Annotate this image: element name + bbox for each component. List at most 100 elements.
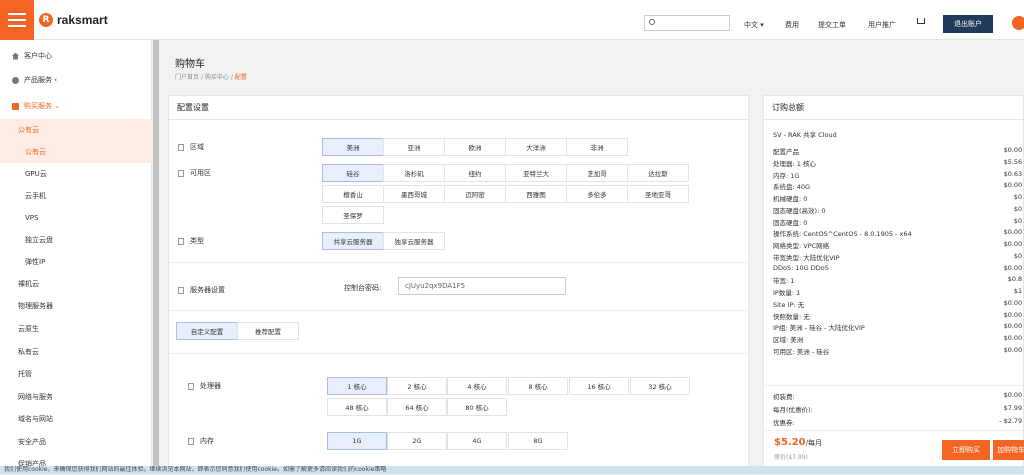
memory-label: 内存 — [188, 436, 214, 446]
region-icon — [178, 143, 184, 151]
sidebar-subitem-gpu-cloud[interactable]: GPU云 — [0, 163, 152, 185]
logout-button[interactable]: 退出账户 — [943, 15, 993, 33]
cpu-option-2[interactable]: 2 核心 — [387, 377, 447, 395]
cpu-option-16[interactable]: 16 核心 — [569, 377, 629, 395]
sidebar-item-security[interactable]: 安全产品 — [0, 431, 152, 453]
memory-option-2g[interactable]: 2G — [387, 432, 447, 450]
sidebar-scrollbar[interactable] — [152, 40, 160, 474]
divider — [764, 385, 1024, 386]
divider — [169, 262, 748, 263]
zone-option-new-york[interactable]: 纽约 — [444, 164, 506, 182]
region-option-africa[interactable]: 非洲 — [566, 138, 628, 156]
logo-mark-icon: R — [39, 13, 53, 27]
region-option-americas[interactable]: 美洲 — [322, 138, 384, 156]
sidebar: 客户中心 产品服务 ‹ 购买服务 ⌄ 公有云 公有云 GPU云 云手机 VPS … — [0, 40, 152, 474]
sidebar-item-network[interactable]: 网络与服务 — [0, 386, 152, 408]
server-settings-label: 服务器设置 — [178, 285, 225, 295]
memory-option-8g[interactable]: 8G — [508, 432, 568, 450]
sidebar-item-physical-server[interactable]: 物理服务器 — [0, 295, 152, 317]
zone-option-toronto[interactable]: 多伦多 — [566, 185, 628, 203]
summary-line: 可用区: 美洲 - 硅谷$0.00 U — [773, 345, 1024, 356]
sidebar-item-private-cloud[interactable]: 私有云 — [0, 341, 152, 363]
summary-heading: 订购总额 — [764, 96, 1023, 120]
zone-option-sao-paulo[interactable]: 圣保罗 — [322, 206, 384, 224]
sidebar-subitem-public-cloud[interactable]: 公有云 — [0, 141, 152, 163]
search-icon — [649, 19, 655, 25]
top-bar: R raksmart 中文 ▾ 费用 提交工单 用户推广 退出账户 — [0, 0, 1024, 40]
sidebar-item-domain[interactable]: 域名与网站 — [0, 408, 152, 430]
region-option-europe[interactable]: 欧洲 — [444, 138, 506, 156]
user-avatar-icon[interactable] — [1012, 16, 1024, 30]
tab-custom-config[interactable]: 自定义配置 — [176, 322, 238, 340]
zone-icon — [178, 169, 184, 177]
region-option-oceania[interactable]: 大洋洲 — [505, 138, 567, 156]
summary-line: 带宽: 1$0.8 U — [773, 275, 1024, 286]
search-input[interactable] — [644, 15, 730, 31]
sidebar-subitem-cloud-phone[interactable]: 云手机 — [0, 185, 152, 207]
zone-label: 可用区 — [178, 168, 211, 178]
zone-option-silicon-valley[interactable]: 硅谷 — [322, 164, 384, 182]
sidebar-item-public-cloud[interactable]: 公有云 — [0, 119, 152, 141]
memory-option-4g[interactable]: 4G — [447, 432, 507, 450]
brand-logo[interactable]: R raksmart — [39, 13, 108, 27]
cpu-label: 处理器 — [188, 381, 221, 391]
zone-option-san-diego[interactable]: 圣地亚哥 — [627, 185, 689, 203]
summary-coupon: 优惠券:- $2.79 U — [773, 417, 1024, 427]
zone-option-miami[interactable]: 迈阿密 — [444, 185, 506, 203]
cpu-option-80[interactable]: 80 核心 — [447, 398, 507, 416]
sidebar-item-product-services[interactable]: 产品服务 ‹ — [0, 69, 152, 91]
cpu-option-1[interactable]: 1 核心 — [327, 377, 387, 395]
home-icon — [12, 52, 19, 60]
zone-option-dallas[interactable]: 达拉斯 — [627, 164, 689, 182]
nav-billing[interactable]: 费用 — [785, 20, 799, 30]
summary-product: SV - RAK 共享 Cloud — [773, 131, 837, 139]
buy-now-button[interactable]: 立即购买 — [942, 440, 990, 460]
cpu-option-8[interactable]: 8 核心 — [508, 377, 568, 395]
cpu-option-48[interactable]: 48 核心 — [327, 398, 387, 416]
sidebar-item-customer-center[interactable]: 客户中心 — [0, 45, 152, 67]
sidebar-subitem-cloud-disk[interactable]: 独立云盘 — [0, 229, 152, 251]
zone-option-mexico-city[interactable]: 墨西哥城 — [383, 185, 445, 203]
region-option-asia[interactable]: 亚洲 — [383, 138, 445, 156]
nav-submit-ticket[interactable]: 提交工单 — [818, 20, 846, 30]
language-selector[interactable]: 中文 ▾ — [744, 20, 764, 30]
sidebar-subitem-vps[interactable]: VPS — [0, 207, 152, 229]
add-to-cart-button[interactable]: 加购物车 — [993, 440, 1024, 460]
zone-option-chicago[interactable]: 芝加哥 — [566, 164, 628, 182]
zone-option-los-angeles[interactable]: 洛杉矶 — [383, 164, 445, 182]
summary-line: 网络类型: VPC网络$0.00 U — [773, 240, 1024, 250]
config-heading: 配置设置 — [169, 96, 748, 120]
sidebar-item-bare-metal[interactable]: 裸机云 — [0, 273, 152, 295]
cart-icon[interactable] — [917, 18, 925, 24]
summary-line: 系统盘: 40G$0.00 U — [773, 181, 1024, 192]
console-password-input[interactable]: cJUyu2qx9DA1F5 — [398, 277, 566, 295]
memory-option-1g[interactable]: 1G — [327, 432, 387, 450]
type-option-shared[interactable]: 共享云服务器 — [322, 232, 384, 250]
summary-line: 固态硬盘(高效): 0$0 U — [773, 204, 1024, 215]
cpu-option-4[interactable]: 4 核心 — [447, 377, 507, 395]
zone-option-seattle[interactable]: 西雅图 — [505, 185, 567, 203]
type-option-dedicated[interactable]: 独享云服务器 — [383, 232, 445, 250]
nav-referral[interactable]: 用户推广 — [868, 20, 896, 30]
region-label: 区域 — [178, 142, 204, 152]
sidebar-subitem-elastic-ip[interactable]: 弹性IP — [0, 251, 152, 273]
cpu-option-64[interactable]: 64 核心 — [387, 398, 447, 416]
zone-option-honolulu[interactable]: 檀香山 — [322, 185, 384, 203]
sidebar-item-cloud-native[interactable]: 云原生 — [0, 318, 152, 340]
divider — [169, 353, 748, 354]
scrollbar-thumb[interactable] — [153, 40, 159, 474]
zone-option-atlanta[interactable]: 亚特兰大 — [505, 164, 567, 182]
menu-toggle-button[interactable] — [0, 0, 34, 40]
tab-recommended-config[interactable]: 推荐配置 — [237, 322, 299, 340]
total-price: $5.20/每月 — [774, 437, 822, 448]
breadcrumb-home[interactable]: 门户首页 — [175, 74, 199, 81]
cpu-option-32[interactable]: 32 核心 — [630, 377, 690, 395]
password-label: 控制台密码: — [344, 284, 382, 292]
sidebar-item-hosting[interactable]: 托管 — [0, 363, 152, 385]
sidebar-item-purchase-services[interactable]: 购买服务 ⌄ — [0, 95, 152, 117]
cookie-banner: 我们使用cookie，来确保您获得我们网站的最佳体验。继续浏览本网站，即表示您同… — [0, 466, 1024, 474]
summary-line: Site IP: 无$0.00 U — [773, 298, 1024, 309]
breadcrumb-purchase-center[interactable]: 购买中心 — [205, 74, 229, 81]
summary-line: 机械硬盘: 0$0 U — [773, 193, 1024, 203]
breadcrumb-current: 配置 — [234, 74, 247, 81]
